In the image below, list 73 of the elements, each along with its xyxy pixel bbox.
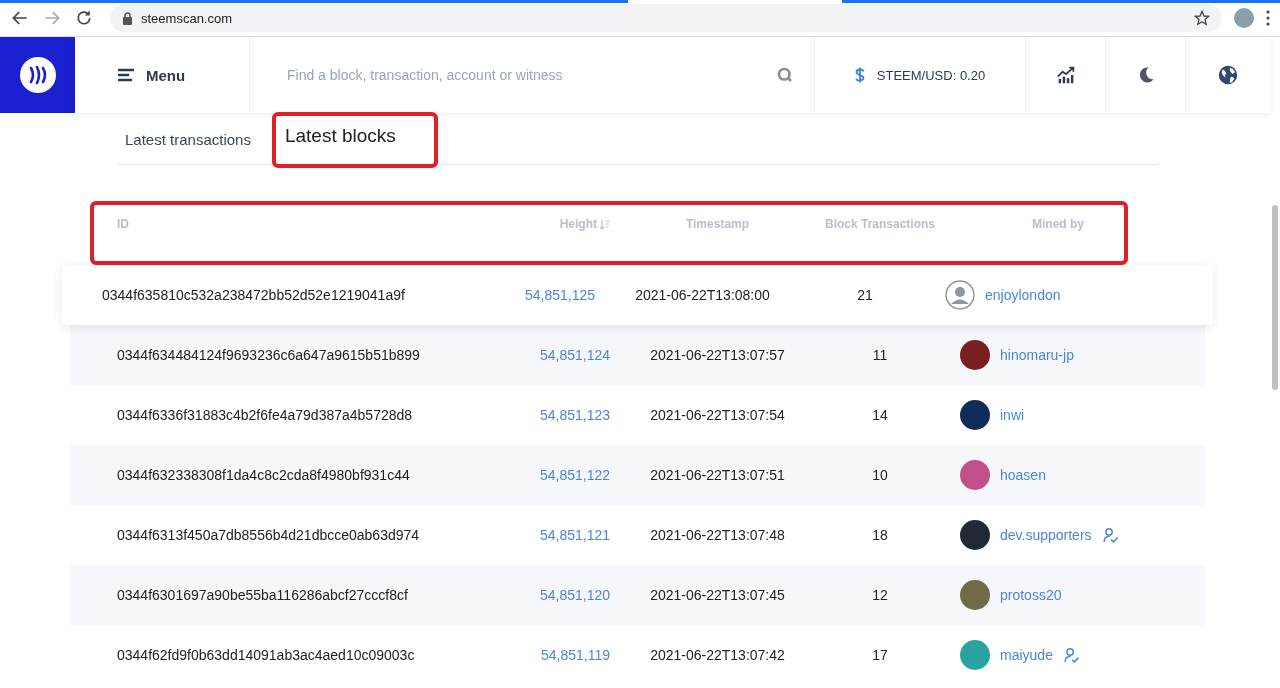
- table-row[interactable]: 0344f632338308f1da4c8c2cda8f4980bf931c44 54,851,122 2021-06-22T13:07:51 10 hoasen: [70, 445, 1205, 505]
- table-row[interactable]: 0344f6313f450a7db8556b4d21dbcce0ab63d974 54,851,121 2021-06-22T13:07:48 18 dev.supporters: [70, 505, 1205, 565]
- user-silhouette-icon: [945, 280, 975, 310]
- timestamp: 2021-06-22T13:07:57: [649, 347, 786, 363]
- block-height-link[interactable]: 54,851,123: [539, 407, 610, 423]
- block-height-link[interactable]: 54,851,125: [524, 287, 595, 303]
- globe-icon: [1217, 64, 1239, 86]
- block-height-link[interactable]: 54,851,119: [540, 647, 610, 663]
- transaction-count: 11: [871, 347, 889, 363]
- block-id: 0344f6301697a90be55ba116286abcf27cccf8cf: [117, 587, 409, 603]
- timestamp: 2021-06-22T13:07:42: [649, 647, 786, 663]
- timestamp: 2021-06-22T13:07:51: [649, 467, 786, 483]
- dollar-icon: [854, 67, 865, 83]
- tab[interactable]: Latest transactions: [118, 131, 258, 164]
- block-height-link[interactable]: 54,851,124: [539, 347, 610, 363]
- reload-icon[interactable]: [74, 8, 94, 28]
- profile-avatar[interactable]: [1234, 8, 1254, 28]
- avatar-placeholder: [960, 460, 990, 490]
- lock-icon: [122, 11, 133, 25]
- timestamp: 2021-06-22T13:08:00: [634, 287, 771, 303]
- transaction-count: 10: [871, 467, 889, 483]
- column-header: ID: [117, 217, 129, 231]
- table-row[interactable]: 0344f6301697a90be55ba116286abcf27cccf8cf 54,851,120 2021-06-22T13:07:45 12 protoss20: [70, 565, 1205, 625]
- miner-link[interactable]: protoss20: [1000, 587, 1062, 603]
- miner-link[interactable]: hoasen: [1000, 467, 1046, 483]
- block-height-link[interactable]: 54,851,121: [539, 527, 610, 543]
- miner-link[interactable]: inwi: [1000, 407, 1025, 423]
- block-height-link[interactable]: 54,851,120: [539, 587, 610, 603]
- transaction-count: 21: [856, 287, 874, 303]
- avatar-placeholder: [960, 520, 990, 550]
- column-header: Mined by: [1032, 217, 1084, 231]
- miner-link[interactable]: hinomaru-jp: [1000, 347, 1074, 363]
- highlighted-row[interactable]: 0344f635810c532a238472bb52d52e1219041a9f 54,851,125 2021-06-22T13:08:00 21 enjoylondon: [62, 265, 1213, 325]
- miner-link[interactable]: enjoylondon: [985, 287, 1061, 303]
- block-height-link[interactable]: 54,851,122: [539, 467, 610, 483]
- table-row[interactable]: 0344f6336f31883c4b2f6fe4a79d387a4b5728d8 54,851,123 2021-06-22T13:07:54 14 inwi: [70, 385, 1205, 445]
- tab[interactable]: Latest blocks: [277, 125, 403, 164]
- block-id: 0344f632338308f1da4c8c2cda8f4980bf931c44: [117, 467, 411, 483]
- avatar-placeholder: [960, 340, 990, 370]
- avatar-placeholder: [960, 580, 990, 610]
- table-row[interactable]: 0344f62fd9f0b63dd14091ab3ac4aed10c09003c 54,851,119 2021-06-22T13:07:42 17 maiyude: [70, 625, 1205, 685]
- column-header: Timestamp: [685, 217, 750, 231]
- star-icon[interactable]: [1194, 10, 1210, 26]
- site-logo[interactable]: [0, 37, 75, 113]
- miner-link[interactable]: maiyude: [1000, 647, 1053, 663]
- search-field[interactable]: Find a block, transaction, account or witness: [285, 66, 776, 84]
- menu-button[interactable]: Menu: [118, 37, 250, 113]
- block-id: 0344f635810c532a238472bb52d52e1219041a9f: [102, 287, 406, 303]
- transaction-count: 18: [871, 527, 889, 543]
- block-id: 0344f6313f450a7db8556b4d21dbcce0ab63d974: [117, 527, 421, 543]
- timestamp: 2021-06-22T13:07:54: [649, 407, 786, 423]
- timestamp: 2021-06-22T13:07:45: [649, 587, 786, 603]
- block-id: 0344f6336f31883c4b2f6fe4a79d387a4b5728d8: [117, 407, 414, 423]
- scrollbar-thumb[interactable]: [1272, 205, 1278, 390]
- block-id: 0344f62fd9f0b63dd14091ab3ac4aed10c09003c: [117, 647, 416, 663]
- avatar-placeholder: [960, 400, 990, 430]
- column-header: Block Transactions: [825, 217, 936, 231]
- price-text: STEEM/USD: 0.20: [876, 67, 986, 83]
- transaction-count: 14: [871, 407, 889, 423]
- transaction-count: 17: [871, 647, 889, 663]
- address-bar[interactable]: steemscan.com: [110, 4, 1222, 32]
- search-icon: [776, 66, 794, 84]
- menu-icon: [118, 68, 134, 82]
- block-id: 0344f634484124f9693236c6a647a9615b51b899: [117, 347, 421, 363]
- kebab-menu-icon[interactable]: [1266, 10, 1270, 26]
- timestamp: 2021-06-22T13:07:48: [649, 527, 786, 543]
- miner-link[interactable]: dev.supporters: [1000, 527, 1092, 543]
- avatar-placeholder: [960, 640, 990, 670]
- url-text: steemscan.com: [141, 10, 233, 26]
- chart-icon: [1055, 66, 1076, 84]
- transaction-count: 12: [871, 587, 889, 603]
- logo-icon: [19, 57, 56, 93]
- table-row[interactable]: 0344f634484124f9693236c6a647a9615b51b899 54,851,124 2021-06-22T13:07:57 11 hinomaru-jp: [70, 325, 1205, 385]
